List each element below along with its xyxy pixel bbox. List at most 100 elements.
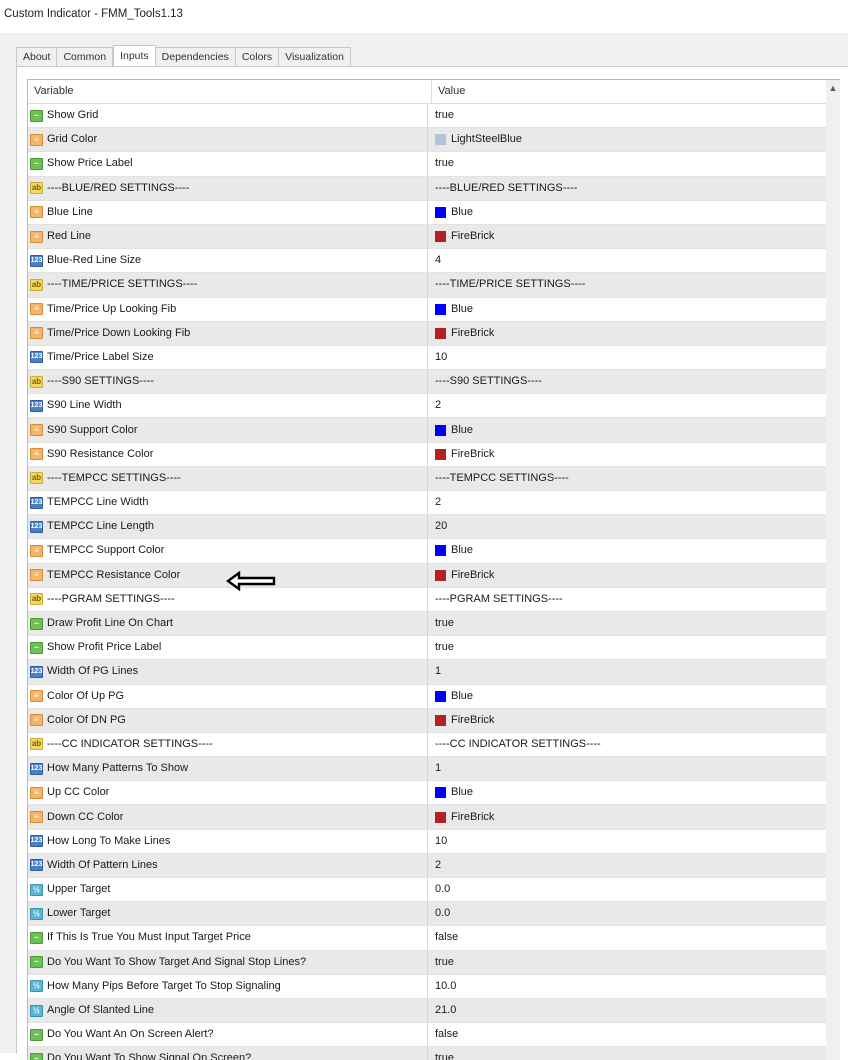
value-cell[interactable]: 0.0 (428, 878, 840, 901)
value-cell[interactable]: true (428, 612, 840, 635)
table-row[interactable]: ≡ Red Line FireBrick (28, 224, 840, 250)
value-cell[interactable]: ----TIME/PRICE SETTINGS---- (428, 273, 840, 296)
value-cell[interactable]: FireBrick (428, 564, 840, 587)
table-row[interactable]: ≡ Grid Color LightSteelBlue (28, 128, 840, 153)
table-row[interactable]: ~ Show Profit Price Label true (28, 636, 840, 661)
table-row[interactable]: ≡ S90 Resistance Color FireBrick (28, 442, 840, 467)
variable-cell: ~ Do You Want An On Screen Alert? (28, 1023, 428, 1047)
tab-common[interactable]: Common (57, 47, 114, 66)
table-row[interactable]: ab ----CC INDICATOR SETTINGS---- ----CC IN… (28, 732, 840, 758)
value-cell[interactable]: 2 (428, 491, 840, 514)
table-row[interactable]: ~ Do You Want An On Screen Alert? false (28, 1023, 840, 1048)
table-row[interactable]: ≡ Up CC Color Blue (28, 781, 840, 806)
value-cell[interactable]: Blue (428, 418, 840, 441)
scroll-up-icon[interactable]: ▲ (827, 82, 839, 94)
table-row[interactable]: ≡ Color Of DN PG FireBrick (28, 708, 840, 733)
table-row[interactable]: ~ Do You Want To Show Target And Signal S… (28, 950, 840, 975)
table-row[interactable]: 123 S90 Line Width 2 (28, 394, 840, 419)
value-cell[interactable]: Blue (428, 685, 840, 708)
value-cell[interactable]: true (428, 104, 840, 127)
table-row[interactable]: ab ----TEMPCC SETTINGS---- ----TEMPCC SETT… (28, 466, 840, 491)
value-cell[interactable]: 10.0 (428, 975, 840, 998)
table-row[interactable]: 123 How Many Patterns To Show 1 (28, 757, 840, 782)
table-row[interactable]: ≡ S90 Support Color Blue (28, 418, 840, 443)
value-cell[interactable]: 1 (428, 757, 840, 780)
value-cell[interactable]: 10 (428, 830, 840, 853)
tab-inputs[interactable]: Inputs (113, 45, 156, 67)
table-row[interactable]: ab ----PGRAM SETTINGS---- ----PGRAM SETTIN… (28, 587, 840, 612)
value-cell[interactable]: ----PGRAM SETTINGS---- (428, 588, 840, 611)
table-row[interactable]: ≡ Blue Line Blue (28, 200, 840, 225)
value-cell[interactable]: Blue (428, 298, 840, 321)
value-text: Blue (451, 544, 474, 557)
value-cell[interactable]: 4 (428, 249, 840, 272)
tab-dependencies[interactable]: Dependencies (155, 47, 236, 66)
table-row[interactable]: 123 Width Of PG Lines 1 (28, 660, 840, 685)
value-cell[interactable]: FireBrick (428, 443, 840, 466)
value-cell[interactable]: true (428, 951, 840, 974)
table-row[interactable]: ½ How Many Pips Before Target To Stop Sig… (28, 974, 840, 999)
tab-visualization[interactable]: Visualization (279, 47, 351, 66)
value-cell[interactable]: 10 (428, 346, 840, 369)
table-row[interactable]: ab ----S90 SETTINGS---- ----S90 SETTINGS--… (28, 370, 840, 395)
table-row[interactable]: ≡ TEMPCC Resistance Color FireBrick (28, 563, 840, 588)
value-cell[interactable]: 0.0 (428, 902, 840, 925)
value-cell[interactable]: 2 (428, 854, 840, 877)
table-row[interactable]: ≡ Time/Price Down Looking Fib FireBrick (28, 321, 840, 346)
variable-cell: ≡ Up CC Color (28, 781, 428, 805)
table-row[interactable]: ≡ TEMPCC Support Color Blue (28, 539, 840, 564)
table-row[interactable]: ab ----BLUE/RED SETTINGS---- ----BLUE/RED … (28, 176, 840, 201)
table-row[interactable]: 123 TEMPCC Line Width 2 (28, 491, 840, 516)
value-cell[interactable]: ----S90 SETTINGS---- (428, 370, 840, 393)
color-swatch (435, 690, 446, 702)
table-row[interactable]: 123 How Long To Make Lines 10 (28, 829, 840, 854)
value-cell[interactable]: true (428, 152, 840, 175)
vertical-scrollbar[interactable]: ▲ (826, 80, 840, 1060)
header-value[interactable]: Value (432, 80, 840, 103)
value-cell[interactable]: Blue (428, 201, 840, 224)
value-cell[interactable]: 2 (428, 394, 840, 417)
value-cell[interactable]: FireBrick (428, 322, 840, 345)
color-swatch (435, 545, 446, 557)
table-row[interactable]: ≡ Time/Price Up Looking Fib Blue (28, 297, 840, 322)
table-row[interactable]: ~ Do You Want To Show Signal On Screen? tr… (28, 1047, 840, 1060)
tab-colors[interactable]: Colors (235, 47, 280, 66)
table-row[interactable]: ab ----TIME/PRICE SETTINGS---- ----TIME/PR… (28, 273, 840, 298)
value-cell[interactable]: FireBrick (428, 805, 840, 828)
table-row[interactable]: 123 TEMPCC Line Length 20 (28, 515, 840, 540)
value-cell[interactable]: FireBrick (428, 709, 840, 732)
variable-cell: ab ----TEMPCC SETTINGS---- (28, 466, 428, 490)
string-type-icon: ab (30, 278, 43, 291)
value-cell[interactable]: ----TEMPCC SETTINGS---- (428, 467, 840, 490)
value-cell[interactable]: true (428, 1047, 840, 1060)
table-row[interactable]: ≡ Color Of Up PG Blue (28, 684, 840, 709)
value-cell[interactable]: 21.0 (428, 999, 840, 1022)
value-cell[interactable]: LightSteelBlue (428, 128, 840, 151)
table-row[interactable]: ½ Angle Of Slanted Line 21.0 (28, 998, 840, 1024)
value-cell[interactable]: true (428, 636, 840, 659)
table-row[interactable]: ~ If This Is True You Must Input Target P… (28, 926, 840, 951)
left-arrow-icon (226, 571, 276, 591)
value-cell[interactable]: 20 (428, 515, 840, 538)
table-row[interactable]: ½ Lower Target 0.0 (28, 902, 840, 927)
value-cell[interactable]: Blue (428, 781, 840, 804)
header-variable[interactable]: Variable (28, 80, 432, 103)
value-cell[interactable]: 1 (428, 660, 840, 683)
value-text: 10.0 (435, 979, 457, 992)
table-row[interactable]: ~ Show Grid true (28, 104, 840, 129)
table-row[interactable]: 123 Width Of Pattern Lines 2 (28, 853, 840, 878)
tab-about[interactable]: About (16, 47, 58, 66)
table-row[interactable]: ≡ Down CC Color FireBrick (28, 805, 840, 830)
value-cell[interactable]: ----CC INDICATOR SETTINGS---- (428, 733, 840, 756)
value-cell[interactable]: FireBrick (428, 225, 840, 248)
table-row[interactable]: 123 Time/Price Label Size 10 (28, 345, 840, 371)
value-cell[interactable]: Blue (428, 539, 840, 562)
value-cell[interactable]: false (428, 926, 840, 949)
table-row[interactable]: 123 Blue-Red Line Size 4 (28, 249, 840, 274)
table-row[interactable]: ~ Draw Profit Line On Chart true (28, 611, 840, 637)
table-row[interactable]: ~ Show Price Label true (28, 152, 840, 177)
string-type-icon: ab (30, 375, 43, 388)
table-row[interactable]: ½ Upper Target 0.0 (28, 878, 840, 903)
value-cell[interactable]: ----BLUE/RED SETTINGS---- (428, 177, 840, 200)
value-cell[interactable]: false (428, 1023, 840, 1046)
